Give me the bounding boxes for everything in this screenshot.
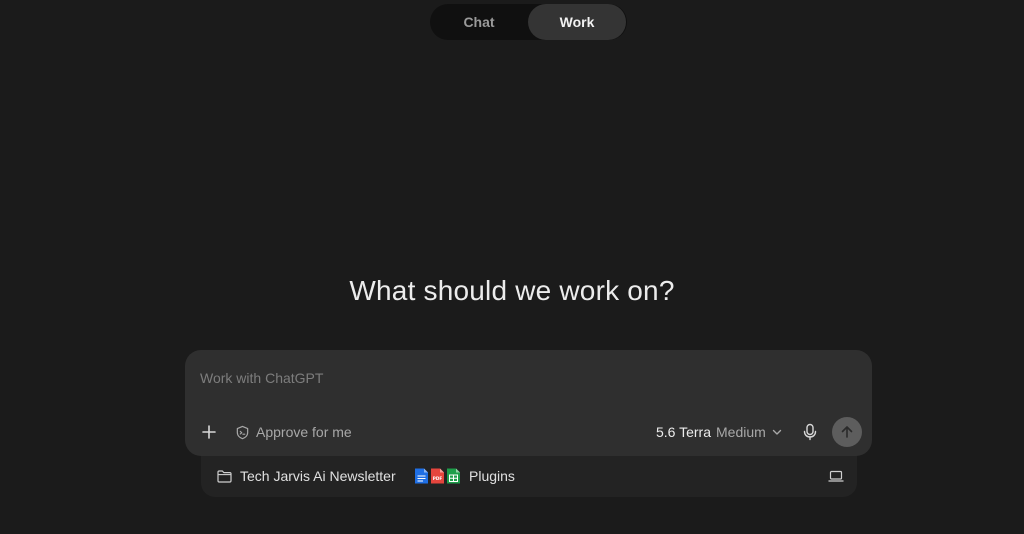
microphone-icon xyxy=(803,423,817,441)
tab-chat[interactable]: Chat xyxy=(430,4,528,40)
page-heading: What should we work on? xyxy=(349,275,675,306)
pdf-icon: PDF xyxy=(431,468,444,484)
voice-input-button[interactable] xyxy=(800,422,820,442)
model-name: 5.6 Terra xyxy=(656,424,711,440)
plugins-button[interactable]: PDF Plugins xyxy=(414,465,515,487)
laptop-icon xyxy=(828,470,844,482)
arrow-up-icon xyxy=(841,426,853,438)
approve-for-me-button[interactable]: Approve for me xyxy=(235,420,352,444)
sheets-icon xyxy=(447,468,460,484)
mode-toggle: Chat Work xyxy=(430,4,627,40)
approve-label: Approve for me xyxy=(256,424,352,440)
plugins-label: Plugins xyxy=(469,468,515,484)
device-button[interactable] xyxy=(827,467,845,485)
folder-icon xyxy=(217,469,232,483)
docs-icon xyxy=(415,468,428,484)
plus-icon xyxy=(202,425,216,439)
project-folder-chip[interactable]: Tech Jarvis Ai Newsletter xyxy=(217,466,396,486)
send-button[interactable] xyxy=(832,417,862,447)
composer: Approve for me 5.6 Terra Medium xyxy=(185,350,872,456)
app-window: Chat Work What should we work on? Approv… xyxy=(0,0,1024,534)
plugin-icons: PDF xyxy=(414,467,461,485)
model-effort: Medium xyxy=(716,424,766,440)
model-selector[interactable]: 5.6 Terra Medium xyxy=(656,420,783,444)
shield-icon xyxy=(236,425,249,439)
prompt-input[interactable] xyxy=(198,366,842,390)
chevron-down-icon xyxy=(772,429,781,435)
add-attachment-button[interactable] xyxy=(199,422,219,442)
tab-work[interactable]: Work xyxy=(528,4,626,40)
folder-label: Tech Jarvis Ai Newsletter xyxy=(240,468,396,484)
composer-toolbar: Approve for me 5.6 Terra Medium xyxy=(185,417,872,447)
pdf-badge-text: PDF xyxy=(433,476,443,481)
